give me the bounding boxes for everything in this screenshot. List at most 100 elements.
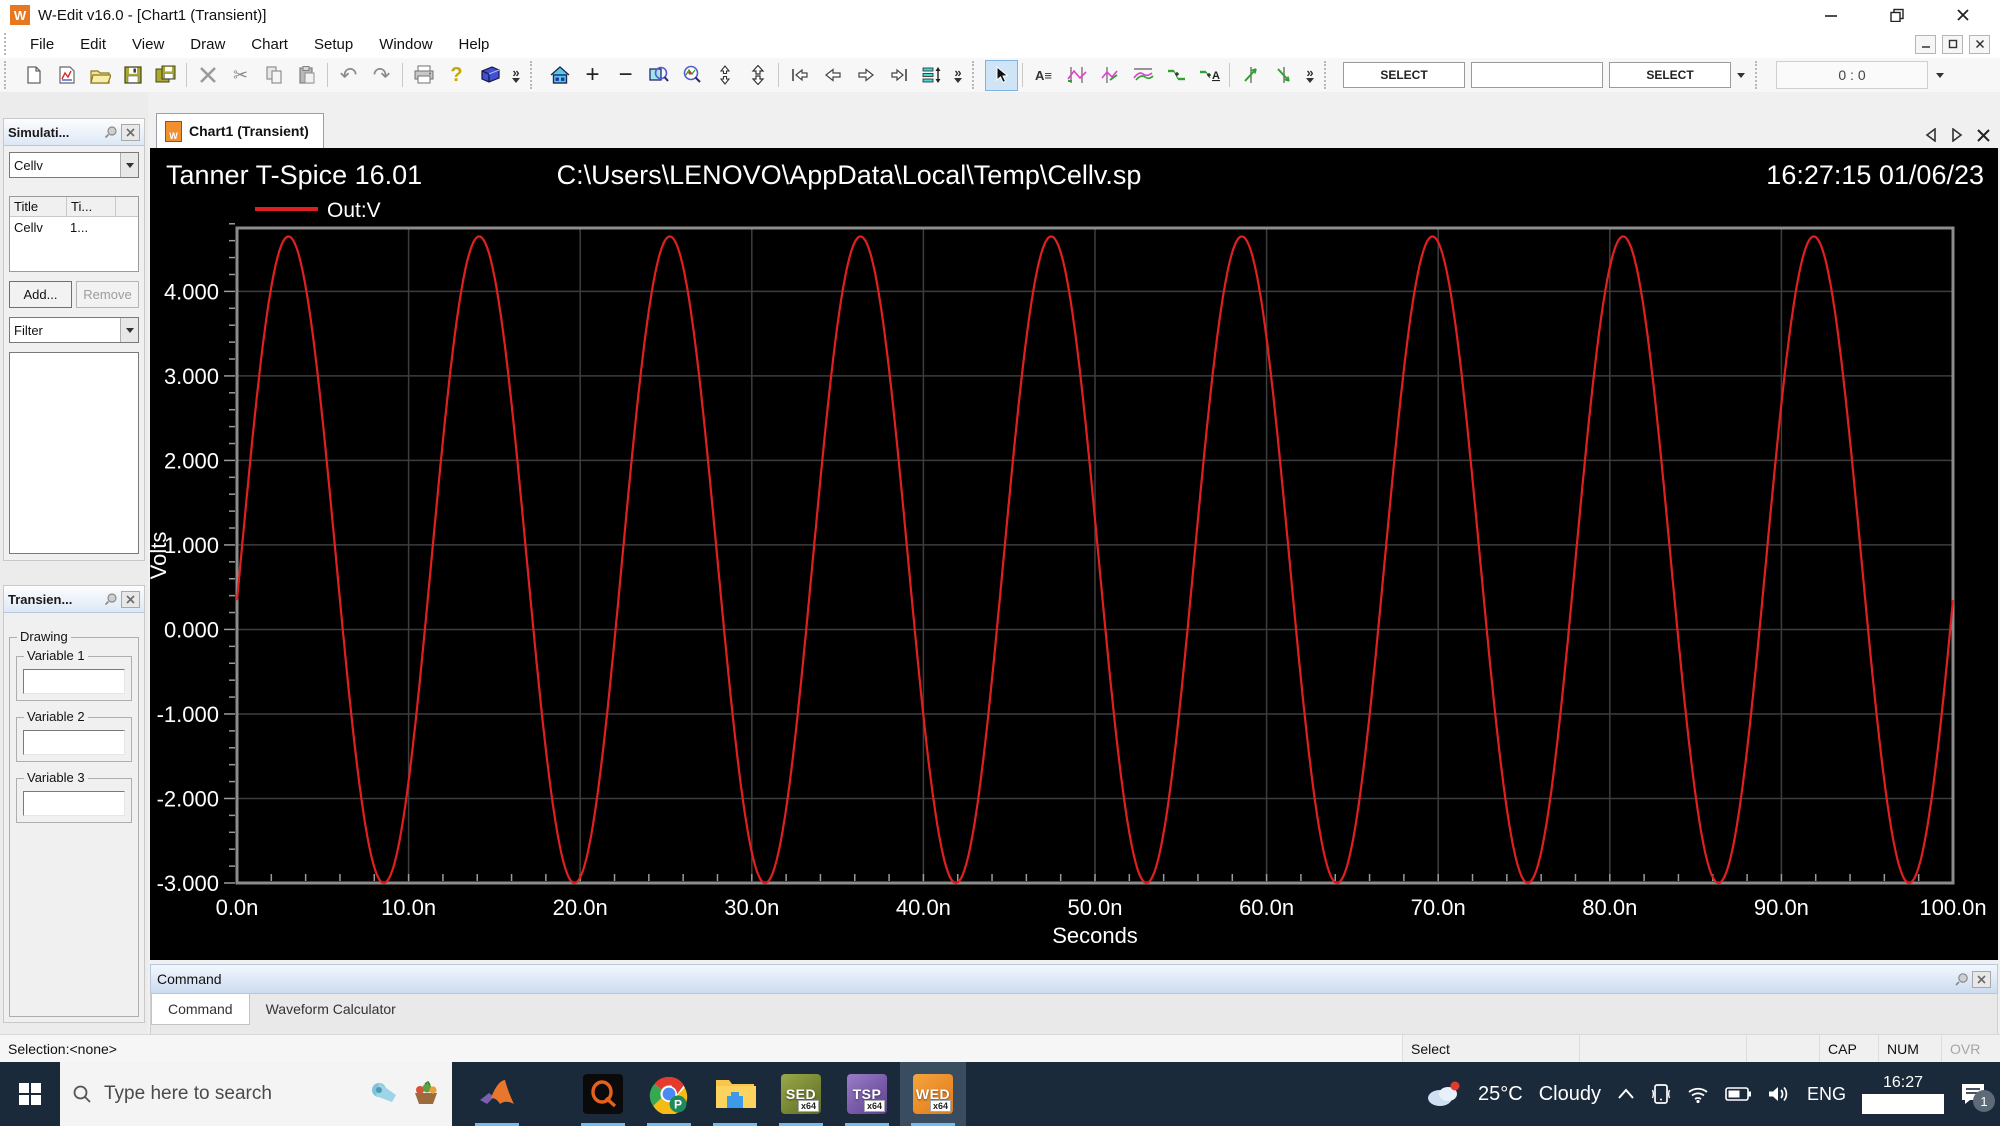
your-phone-icon[interactable]	[1651, 1083, 1671, 1105]
open-file-button[interactable]	[83, 60, 116, 91]
select-dropdown-icon[interactable]	[1737, 73, 1745, 78]
action-center[interactable]: 1	[1960, 1082, 1986, 1106]
close-panel-icon[interactable]	[121, 591, 140, 608]
fit-vertical-button[interactable]	[708, 60, 741, 91]
taskbar-app-q[interactable]	[570, 1062, 636, 1126]
taskbar-search[interactable]: Type here to search	[60, 1062, 452, 1126]
home-view-button[interactable]	[543, 60, 576, 91]
variable2-input[interactable]	[23, 730, 125, 755]
toolbar-overflow-1[interactable]: »	[506, 67, 526, 83]
toolbar-grip-2[interactable]	[530, 61, 539, 88]
zoom-in-button[interactable]: +	[576, 60, 609, 91]
menu-help[interactable]: Help	[446, 33, 503, 56]
pin-icon[interactable]	[102, 125, 119, 140]
mdi-close-icon[interactable]	[1969, 35, 1990, 54]
next-tab-icon[interactable]	[1951, 128, 1963, 142]
point-label-tool[interactable]: A	[1192, 60, 1225, 91]
taskbar-app-explorer[interactable]	[702, 1062, 768, 1126]
reorder-traces-button[interactable]	[915, 60, 948, 91]
toolbar-grip-3[interactable]	[972, 61, 981, 88]
toolbar-grip-1[interactable]	[4, 61, 13, 88]
measure-peak-tool[interactable]	[1126, 60, 1159, 91]
menubar-grip[interactable]	[4, 33, 13, 55]
battery-icon[interactable]	[1725, 1087, 1751, 1101]
weather-description[interactable]: Cloudy	[1539, 1083, 1601, 1106]
paste-button[interactable]	[290, 60, 323, 91]
filter-combo[interactable]: Filter	[9, 317, 139, 343]
wifi-icon[interactable]	[1687, 1085, 1709, 1103]
prev-tab-icon[interactable]	[1925, 128, 1937, 142]
menu-setup[interactable]: Setup	[301, 33, 366, 56]
tab-chart1-transient[interactable]: W Chart1 (Transient)	[156, 113, 324, 148]
combo-dropdown-icon[interactable]	[120, 318, 138, 342]
col-time[interactable]: Ti...	[67, 197, 116, 216]
manual-book-button[interactable]	[473, 60, 506, 91]
remove-button[interactable]: Remove	[76, 281, 139, 308]
tab-waveform-calculator[interactable]: Waveform Calculator	[250, 994, 412, 1024]
traces-listbox[interactable]	[9, 352, 139, 554]
table-row[interactable]: Cellv 1...	[10, 217, 138, 238]
mdi-restore-icon[interactable]	[1942, 35, 1963, 54]
toolbar-grip-5[interactable]	[1755, 61, 1764, 88]
select-to-box[interactable]: SELECT	[1609, 62, 1731, 88]
pin-icon[interactable]	[1953, 972, 1970, 987]
select-cursor-tool[interactable]	[985, 60, 1018, 91]
pan-left-button[interactable]	[816, 60, 849, 91]
cursor-slope-tool[interactable]	[1093, 60, 1126, 91]
close-panel-icon[interactable]	[1972, 971, 1991, 988]
close-tab-icon[interactable]	[1977, 129, 1990, 142]
signal-combo[interactable]: Cellv	[9, 152, 139, 178]
range-value-box[interactable]	[1471, 62, 1603, 88]
taskbar-app-sedit[interactable]: SED x64	[768, 1062, 834, 1126]
annotation-tool[interactable]: A≡	[1027, 60, 1060, 91]
taskbar-app-tspice[interactable]: TSP x64	[834, 1062, 900, 1126]
rising-edge-tool[interactable]	[1234, 60, 1267, 91]
zoom-box-button[interactable]	[642, 60, 675, 91]
zoom-full-chart-button[interactable]	[675, 60, 708, 91]
new-chart-button[interactable]	[50, 60, 83, 91]
taskbar-app-wedit[interactable]: WED x64	[900, 1062, 966, 1126]
mdi-minimize-icon[interactable]	[1915, 35, 1936, 54]
restore-icon[interactable]	[1888, 6, 1906, 24]
close-icon[interactable]	[1954, 6, 1972, 24]
pan-to-start-button[interactable]	[783, 60, 816, 91]
pan-to-end-button[interactable]	[882, 60, 915, 91]
col-title[interactable]: Title	[10, 197, 67, 216]
menu-file[interactable]: File	[17, 33, 67, 56]
coords-dropdown-icon[interactable]	[1936, 73, 1944, 78]
pin-icon[interactable]	[102, 592, 119, 607]
taskbar-app-matlab[interactable]	[464, 1062, 530, 1126]
menu-chart[interactable]: Chart	[238, 33, 301, 56]
menu-edit[interactable]: Edit	[67, 33, 119, 56]
add-button[interactable]: Add...	[9, 281, 72, 308]
menu-window[interactable]: Window	[366, 33, 445, 56]
menu-view[interactable]: View	[119, 33, 177, 56]
toolbar-grip-4[interactable]	[1324, 61, 1333, 88]
clock[interactable]: 16:27	[1862, 1074, 1944, 1114]
volume-icon[interactable]	[1767, 1085, 1791, 1103]
combo-dropdown-icon[interactable]	[120, 153, 138, 177]
start-button[interactable]	[0, 1062, 60, 1126]
save-all-button[interactable]	[149, 60, 182, 91]
undo-button[interactable]: ↶	[332, 60, 365, 91]
fit-vertical-full-button[interactable]	[741, 60, 774, 91]
minimize-icon[interactable]	[1822, 6, 1840, 24]
waveform-chart[interactable]: Tanner T-Spice 16.01C:\Users\LENOVO\AppD…	[150, 148, 1998, 960]
weather-temperature[interactable]: 25°C	[1478, 1083, 1523, 1106]
print-button[interactable]	[407, 60, 440, 91]
zoom-out-button[interactable]: −	[609, 60, 642, 91]
language-indicator[interactable]: ENG	[1807, 1084, 1846, 1105]
variable1-input[interactable]	[23, 669, 125, 694]
new-file-button[interactable]	[17, 60, 50, 91]
delete-button[interactable]	[191, 60, 224, 91]
copy-button[interactable]	[257, 60, 290, 91]
tab-command[interactable]: Command	[151, 994, 250, 1025]
tray-expand-icon[interactable]	[1617, 1088, 1635, 1100]
cut-button[interactable]: ✂	[224, 60, 257, 91]
save-button[interactable]	[116, 60, 149, 91]
simulations-table[interactable]: Title Ti... Cellv 1...	[9, 196, 139, 272]
point-marker-tool[interactable]	[1159, 60, 1192, 91]
close-panel-icon[interactable]	[121, 124, 140, 141]
toolbar-overflow-2[interactable]: »	[948, 67, 968, 83]
taskbar-app-chrome[interactable]: P	[636, 1062, 702, 1126]
